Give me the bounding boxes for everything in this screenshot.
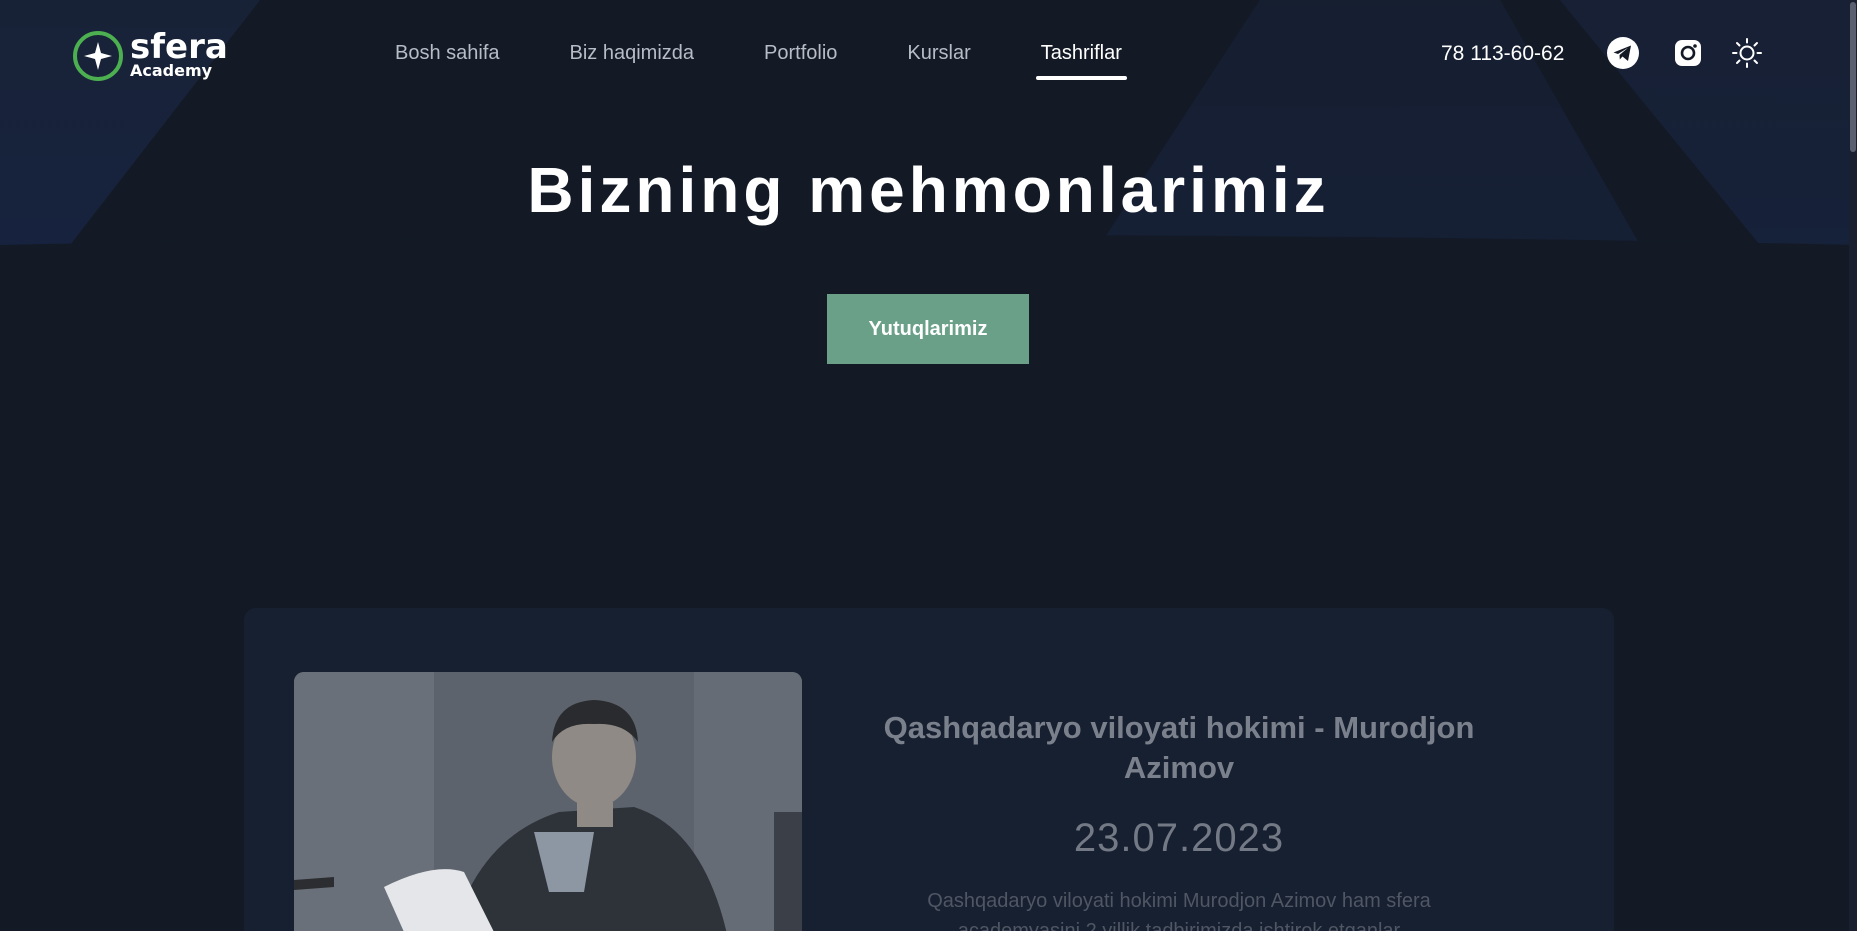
visit-title: Qashqadaryo viloyati hokimi - Murodjon A… (883, 710, 1475, 785)
nav-item-bosh-sahifa[interactable]: Bosh sahifa (390, 38, 505, 68)
scrollbar-thumb[interactable] (1850, 2, 1856, 152)
sun-icon[interactable] (1730, 36, 1764, 70)
visitor-photo-illustration (294, 672, 802, 931)
nav-item-kurslar[interactable]: Kurslar (902, 38, 975, 68)
visitor-photo (294, 672, 802, 931)
page-title: Bizning mehmonlarimiz (527, 154, 1330, 226)
visit-date: 23.07.2023 (1073, 816, 1285, 860)
visit-description: Qashqadaryo viloyati hokimi Murodjon Azi… (927, 890, 1431, 931)
achievements-button[interactable]: Yutuqlarimiz (827, 294, 1029, 364)
phone-link[interactable]: 78 113-60-62 (1441, 40, 1564, 68)
logo[interactable]: sfera Academy (72, 28, 252, 84)
nav-item-biz-haqimizda[interactable]: Biz haqimizda (565, 38, 700, 68)
page-scrollbar[interactable] (1849, 0, 1857, 931)
main-nav: Bosh sahifa Biz haqimizda Portfolio Kurs… (390, 38, 1128, 80)
site-header: sfera Academy Bosh sahifa Biz haqimizda … (0, 0, 1857, 110)
logo-subtitle: Academy (130, 61, 213, 80)
telegram-icon[interactable] (1606, 36, 1640, 70)
visit-card: Qashqadaryo viloyati hokimi - Murodjon A… (244, 608, 1614, 931)
page: sfera Academy Bosh sahifa Biz haqimizda … (0, 0, 1857, 931)
nav-item-portfolio[interactable]: Portfolio (759, 38, 842, 68)
logo-star-icon (73, 31, 123, 81)
instagram-icon[interactable] (1671, 36, 1705, 70)
nav-item-tashriflar[interactable]: Tashriflar (1035, 38, 1128, 80)
